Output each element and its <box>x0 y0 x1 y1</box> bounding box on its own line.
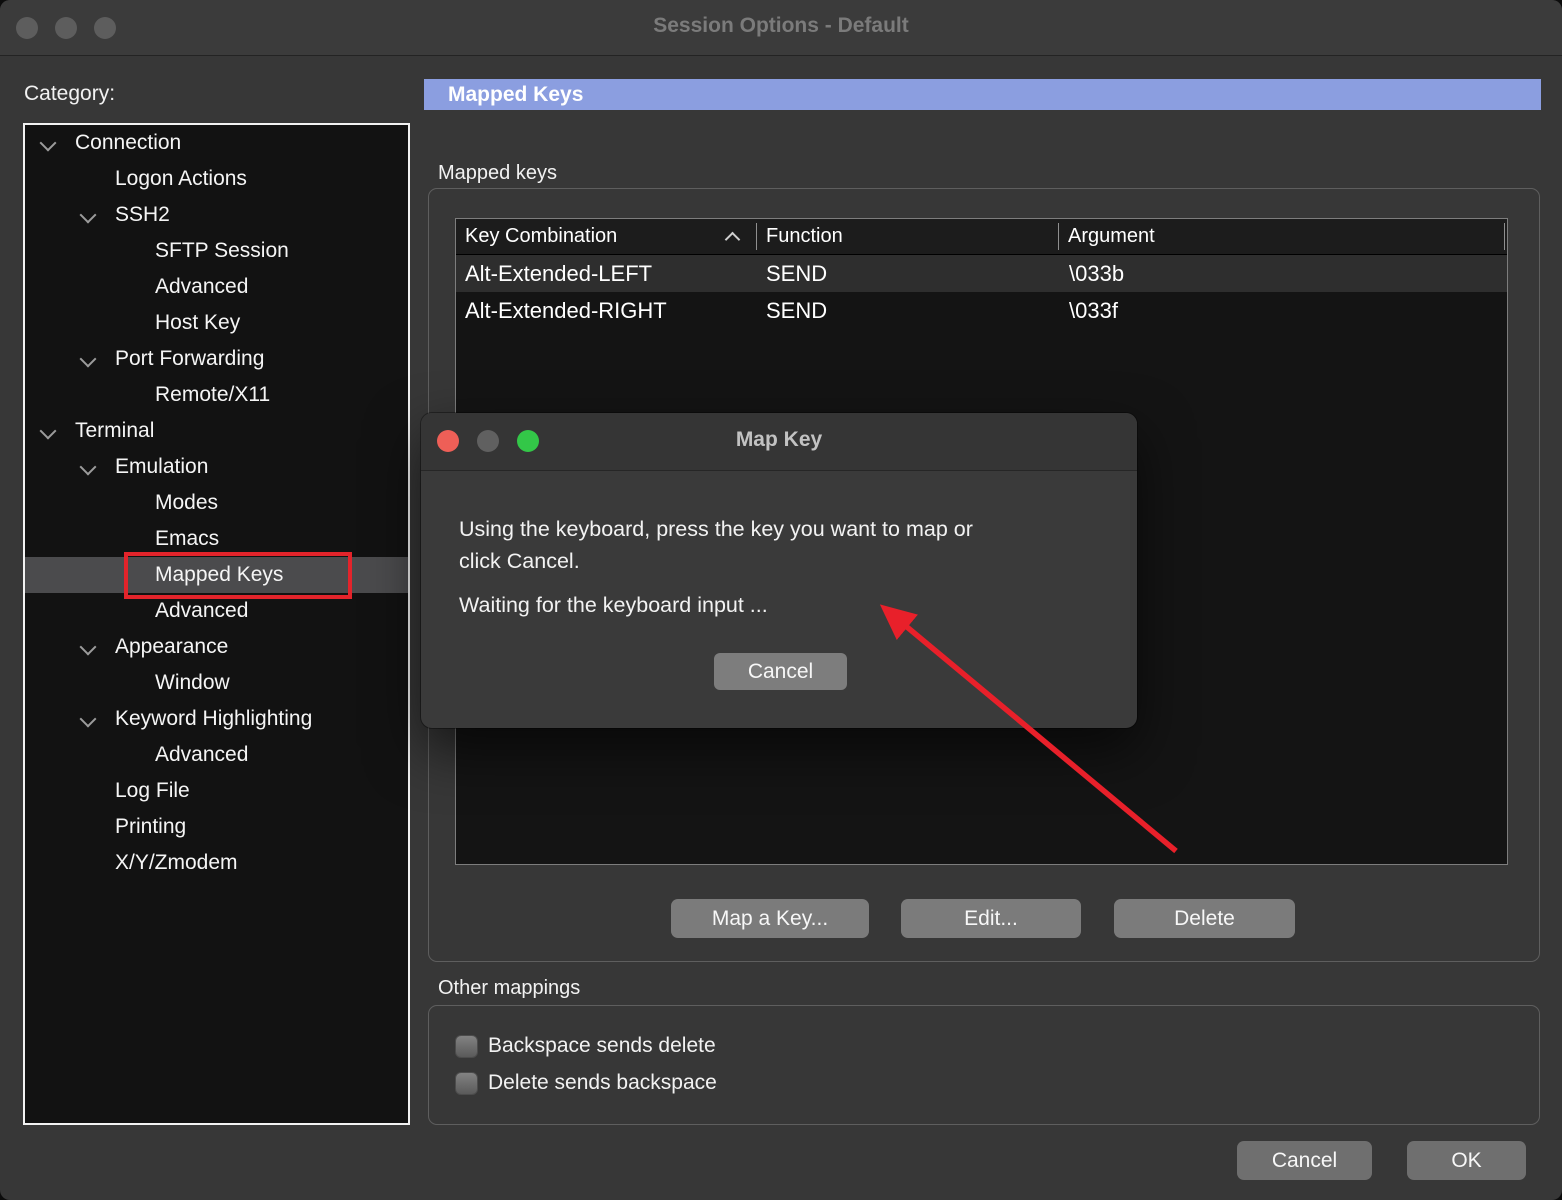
mapped-keys-group-label: Mapped keys <box>438 162 557 184</box>
dialog-title: Map Key <box>735 428 823 451</box>
checkbox-label: Backspace sends delete <box>488 1034 716 1057</box>
sidebar-item-log-file[interactable]: Log File <box>25 773 408 809</box>
sidebar-item-connection[interactable]: Connection <box>25 125 408 161</box>
dialog-message: Using the keyboard, press the key you wa… <box>459 517 973 573</box>
sidebar-item-ssh2[interactable]: SSH2 <box>25 197 408 233</box>
checkbox-row-backspace-sends-delete[interactable]: Backspace sends delete <box>455 1034 716 1058</box>
column-divider[interactable] <box>1504 223 1505 250</box>
sidebar-item-modes[interactable]: Modes <box>25 485 408 521</box>
chevron-down-icon[interactable] <box>79 206 97 224</box>
window-title: Session Options - Default <box>653 14 909 37</box>
sidebar-item-host-key[interactable]: Host Key <box>25 305 408 341</box>
dialog-cancel-button[interactable]: Cancel <box>714 653 847 690</box>
chevron-down-icon[interactable] <box>79 458 97 476</box>
column-divider[interactable] <box>756 223 757 250</box>
sidebar-item-remote-x11[interactable]: Remote/X11 <box>25 377 408 413</box>
ok-button[interactable]: OK <box>1407 1141 1526 1180</box>
sidebar-item-window[interactable]: Window <box>25 665 408 701</box>
column-header-function[interactable]: Function <box>766 219 843 254</box>
checkbox-unchecked[interactable] <box>455 1034 478 1058</box>
checkbox-row-delete-sends-backspace[interactable]: Delete sends backspace <box>455 1071 717 1095</box>
sidebar-item-mapped-keys[interactable]: Mapped Keys <box>25 557 408 593</box>
checkbox-unchecked[interactable] <box>455 1071 478 1095</box>
window-titlebar: Session Options - Default <box>0 0 1562 56</box>
table-header-row: Key Combination Function Argument <box>456 219 1507 255</box>
column-header-argument[interactable]: Argument <box>1068 219 1155 254</box>
checkbox-label: Delete sends backspace <box>488 1071 717 1094</box>
session-options-window: Session Options - Default Category: Conn… <box>0 0 1562 1200</box>
other-mappings-group-label: Other mappings <box>438 977 581 999</box>
chevron-down-icon[interactable] <box>79 350 97 368</box>
sort-ascending-icon <box>724 231 741 248</box>
sidebar-item-port-forwarding[interactable]: Port Forwarding <box>25 341 408 377</box>
other-mappings-groupbox <box>428 1005 1540 1125</box>
category-label: Category: <box>24 82 116 105</box>
dialog-titlebar: Map Key <box>421 413 1137 471</box>
column-header-key-combination[interactable]: Key Combination <box>465 219 617 254</box>
column-divider[interactable] <box>1058 223 1059 250</box>
chevron-down-icon[interactable] <box>39 422 57 440</box>
chevron-down-icon[interactable] <box>39 134 57 152</box>
sidebar-item-keyword-advanced[interactable]: Advanced <box>25 737 408 773</box>
sidebar-item-xyzmodem[interactable]: X/Y/Zmodem <box>25 845 408 881</box>
sidebar-item-printing[interactable]: Printing <box>25 809 408 845</box>
dialog-status-text: Waiting for the keyboard input ... <box>459 593 768 617</box>
sidebar-item-sftp-session[interactable]: SFTP Session <box>25 233 408 269</box>
sidebar-item-appearance[interactable]: Appearance <box>25 629 408 665</box>
sidebar-item-logon-actions[interactable]: Logon Actions <box>25 161 408 197</box>
map-key-dialog: Map Key Using the keyboard, press the ke… <box>421 413 1137 728</box>
table-row[interactable]: Alt-Extended-LEFT SEND \033b <box>456 255 1507 292</box>
page-title: Mapped Keys <box>424 79 1541 110</box>
sidebar-item-terminal[interactable]: Terminal <box>25 413 408 449</box>
map-a-key-button[interactable]: Map a Key... <box>671 899 869 938</box>
cancel-button[interactable]: Cancel <box>1237 1141 1372 1180</box>
sidebar-item-emulation-advanced[interactable]: Advanced <box>25 593 408 629</box>
sidebar-item-emacs[interactable]: Emacs <box>25 521 408 557</box>
sidebar-item-emulation[interactable]: Emulation <box>25 449 408 485</box>
category-tree: Connection Logon Actions SSH2 SFTP Sessi… <box>23 123 410 1125</box>
chevron-down-icon[interactable] <box>79 710 97 728</box>
delete-button[interactable]: Delete <box>1114 899 1295 938</box>
chevron-down-icon[interactable] <box>79 638 97 656</box>
sidebar-item-ssh2-advanced[interactable]: Advanced <box>25 269 408 305</box>
edit-button[interactable]: Edit... <box>901 899 1081 938</box>
sidebar-item-keyword-highlighting[interactable]: Keyword Highlighting <box>25 701 408 737</box>
table-row[interactable]: Alt-Extended-RIGHT SEND \033f <box>456 292 1507 329</box>
